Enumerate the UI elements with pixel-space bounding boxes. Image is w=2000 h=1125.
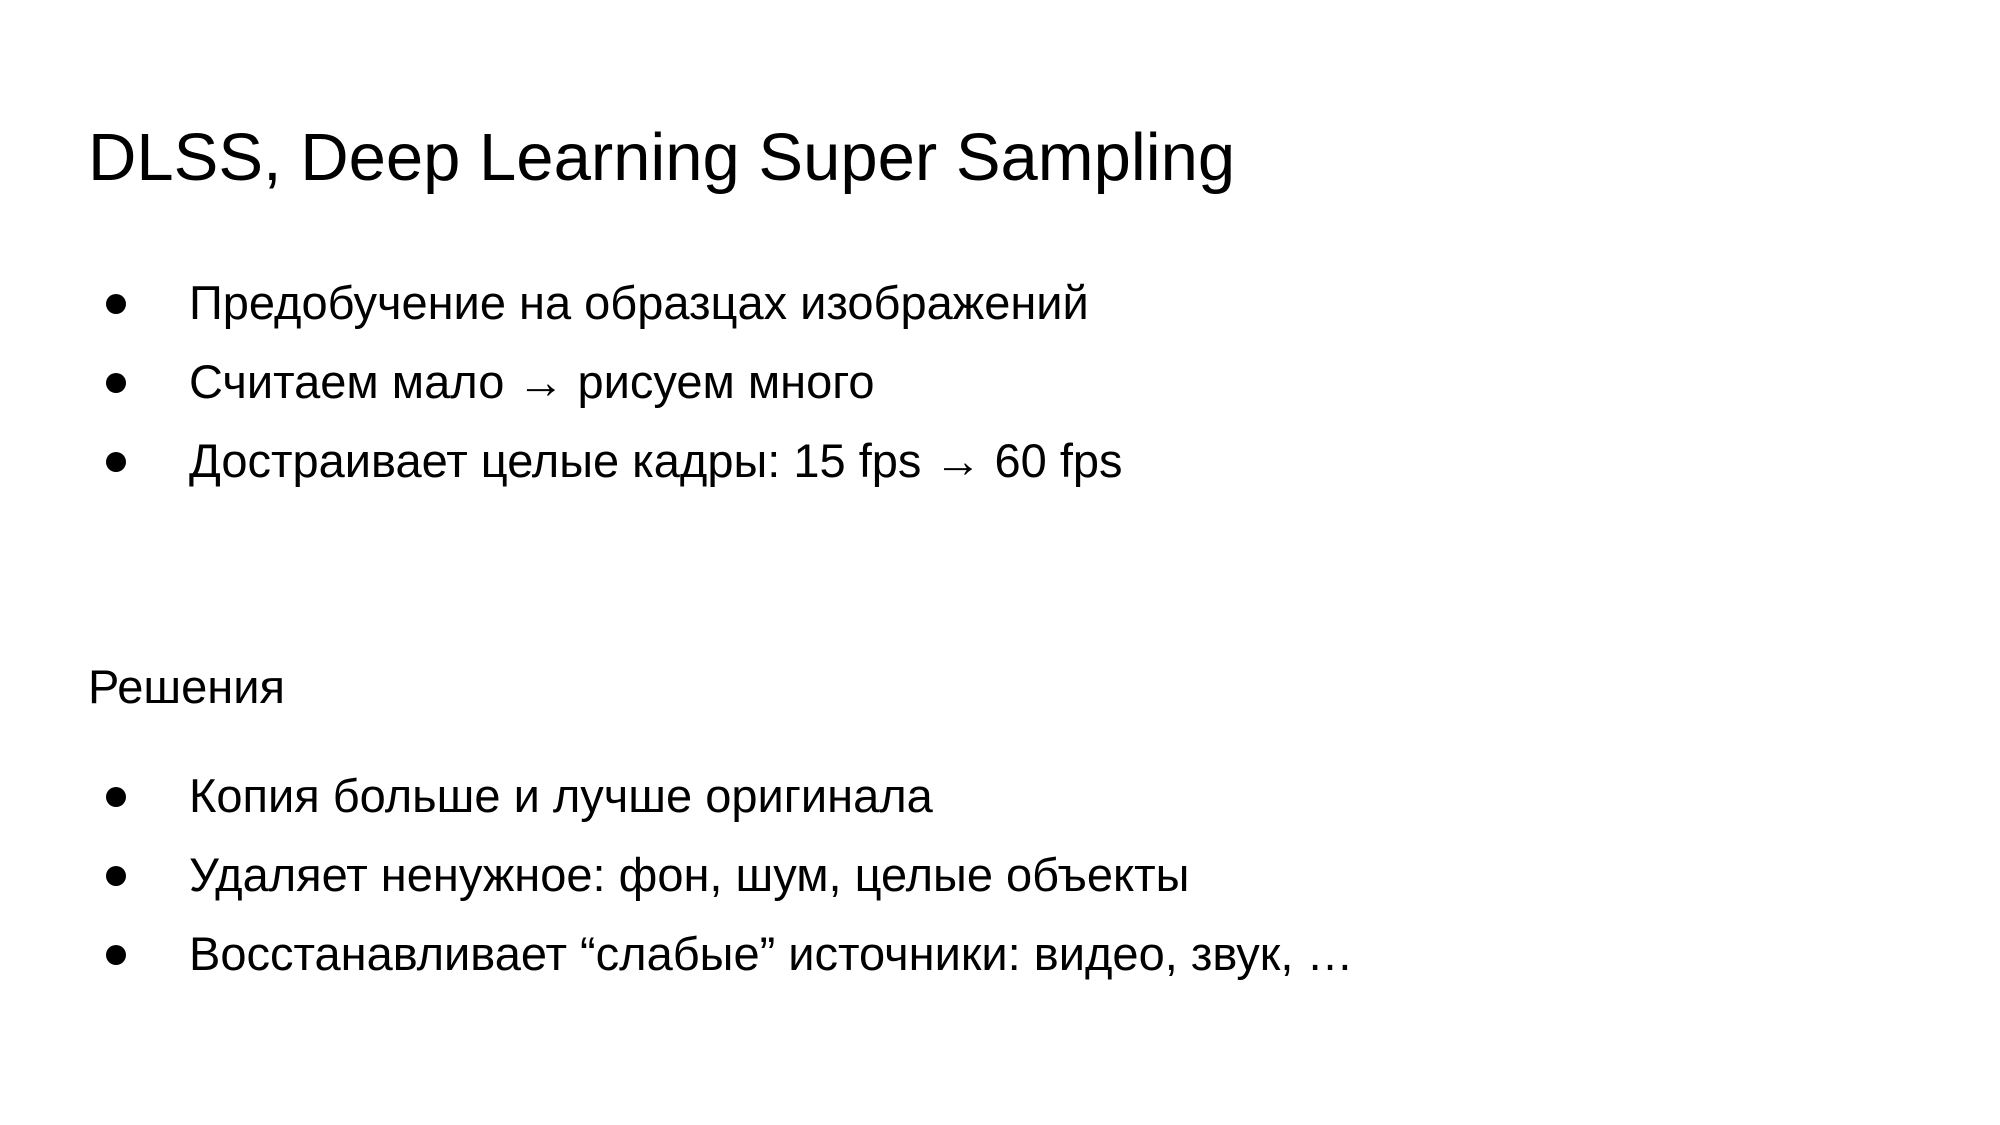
list-item-text: Копия больше и лучше оригинала	[189, 769, 933, 822]
slide: DLSS, Deep Learning Super Sampling Предо…	[0, 0, 2000, 1125]
bullet-icon	[106, 787, 126, 807]
bullet-icon	[106, 945, 126, 965]
list-item-text: Восстанавливает “слабые” источники: виде…	[189, 927, 1354, 980]
bullet-icon	[106, 866, 126, 886]
bullet-icon	[106, 373, 126, 393]
section-heading: Решения	[88, 660, 285, 713]
list-item-text: Предобучение на образцах изображений	[189, 276, 1089, 329]
bullet-icon	[106, 452, 126, 472]
list-item-text: Считаем мало → рисуем много	[189, 355, 875, 408]
bullet-icon	[106, 294, 126, 314]
list-item-text: Удаляет ненужное: фон, шум, целые объект…	[189, 848, 1190, 901]
slide-title: DLSS, Deep Learning Super Sampling	[88, 120, 1236, 195]
list-item-text: Достраивает целые кадры: 15 fps → 60 fps	[189, 434, 1123, 487]
